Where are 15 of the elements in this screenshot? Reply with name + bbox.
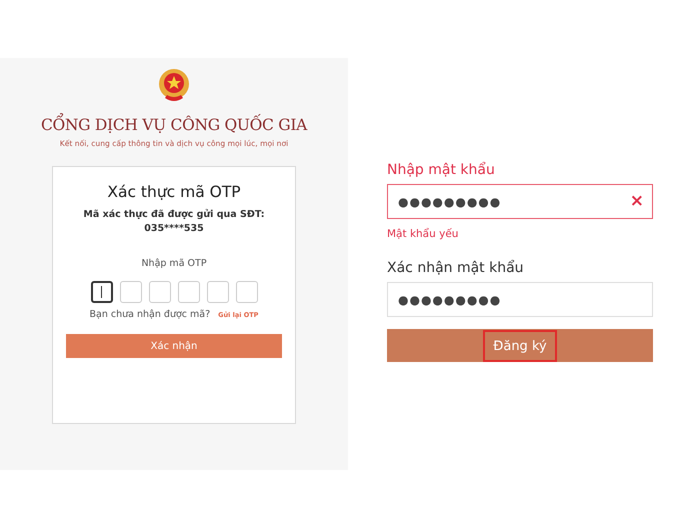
otp-message: Mã xác thực đã được gửi qua SĐT: (83, 209, 265, 220)
otp-digit-field[interactable] (90, 281, 112, 303)
phone-number: 035****535 (144, 223, 204, 234)
otp-label: Nhập mã OTP (141, 258, 207, 269)
resend-prompt: Bạn chưa nhận được mã? (90, 309, 210, 320)
emblem-icon (157, 68, 191, 104)
register-button[interactable]: Đăng ký (387, 329, 653, 362)
clear-icon[interactable]: × (630, 193, 644, 210)
password-field[interactable]: ●●●●●●●●● × (387, 184, 653, 219)
confirm-button[interactable]: Xác nhận (66, 334, 282, 358)
error-message: Mật khẩu yếu (387, 228, 460, 240)
field-label: Nhập mật khẩu (387, 162, 496, 178)
field-label: Xác nhận mật khẩu (387, 260, 525, 276)
card-title: Xác thực mã OTP (107, 183, 241, 201)
password-field[interactable]: ●●●●●●●●● (387, 282, 653, 317)
